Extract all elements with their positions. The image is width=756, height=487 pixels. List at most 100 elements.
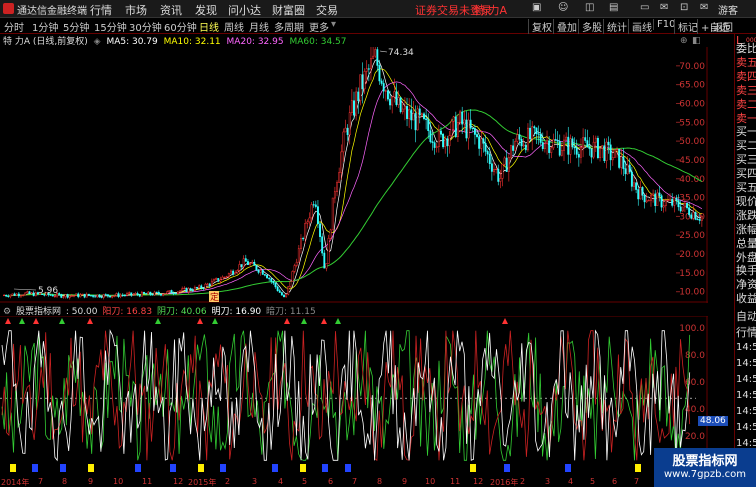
candle-body <box>416 108 419 131</box>
menu-icon[interactable]: ◧ <box>692 36 701 46</box>
mark-button[interactable]: 标记 <box>674 19 698 34</box>
candle-body <box>297 248 300 263</box>
window-icon[interactable]: ▭ <box>640 2 649 13</box>
candle-body <box>232 270 235 275</box>
multi-stock-button[interactable]: 多股 <box>578 19 602 34</box>
date-tick-label: 12 <box>473 477 484 486</box>
kline-chart[interactable]: 70.0065.0060.0055.0050.0045.0040.0035.00… <box>0 47 708 303</box>
candle-body <box>420 113 423 116</box>
candle-body <box>73 295 75 297</box>
candle-body <box>213 279 215 282</box>
candle-body <box>677 200 680 208</box>
candle-body <box>75 293 78 296</box>
tab-monthly[interactable]: 月线 <box>249 19 269 34</box>
tab-60min[interactable]: 60分钟 <box>164 19 197 34</box>
candle-body <box>155 291 158 293</box>
price-tick-label: 35.00 <box>679 194 705 204</box>
price-tick-label: 15.00 <box>679 269 705 279</box>
tab-15min[interactable]: 15分钟 <box>94 19 127 34</box>
candle-body <box>143 291 145 294</box>
menu-jiaoyi[interactable]: 交易 <box>316 2 338 18</box>
candle-body <box>274 282 277 288</box>
menu-hangqing[interactable]: 行情 <box>90 2 112 18</box>
candle-body <box>70 295 73 297</box>
candle-body <box>571 138 574 148</box>
candle-body <box>603 145 606 162</box>
indicator-chart[interactable]: 100.080.060.040.020.0 <box>0 316 708 477</box>
side-market[interactable]: 行情 <box>736 324 756 340</box>
candle-body <box>601 145 604 149</box>
candle-body <box>225 276 228 278</box>
menu-faxian[interactable]: 发现 <box>195 2 217 18</box>
candle-body <box>130 292 133 296</box>
candle-body <box>367 68 370 70</box>
tab-30min[interactable]: 30分钟 <box>129 19 162 34</box>
candle-body <box>550 147 553 153</box>
candle-body <box>181 288 184 292</box>
menu-zixun[interactable]: 资讯 <box>160 2 182 18</box>
tab-daily[interactable]: 日线 <box>199 19 219 34</box>
candle-body <box>104 294 107 296</box>
candle-body <box>403 106 406 110</box>
candle-body <box>340 151 343 173</box>
date-tick-label: 5 <box>302 477 308 486</box>
candle-body <box>637 189 640 200</box>
candle-body <box>306 221 309 224</box>
candle-body <box>467 119 470 139</box>
date-tick-label: 7 <box>634 477 640 486</box>
tab-multi-period[interactable]: 多周期 <box>274 19 304 34</box>
menu-wenxiaoda[interactable]: 问小达 <box>228 2 261 18</box>
candle-body <box>113 295 116 297</box>
tab-fenshi[interactable]: 分时 <box>4 19 24 34</box>
draw-line-button[interactable]: 画线 <box>628 19 652 34</box>
lock-icon[interactable]: ⊡ <box>680 2 688 13</box>
signal-box <box>198 464 204 472</box>
candle-body <box>92 295 95 297</box>
chat-icon[interactable]: ✉ <box>660 2 668 13</box>
high-annotation: 74.34 <box>388 48 414 58</box>
tab-more[interactable]: 更多 <box>309 19 329 34</box>
more-arrow-icon[interactable]: ▾ <box>331 19 336 30</box>
settings-icon[interactable]: ◈ <box>94 37 101 47</box>
statistics-button[interactable]: 统计 <box>603 19 627 34</box>
candle-body <box>98 294 101 298</box>
candle-body <box>106 294 109 297</box>
menu-shichang[interactable]: 市场 <box>125 2 147 18</box>
candle-body <box>650 194 652 201</box>
candle-body <box>276 286 279 291</box>
fuquan-button[interactable]: 复权 <box>528 19 552 34</box>
candle-body <box>85 293 88 298</box>
date-tick-label: 11 <box>142 477 153 486</box>
candle-body <box>145 293 148 295</box>
candle-body <box>694 212 697 220</box>
guest-label[interactable]: 游客 <box>718 2 738 17</box>
candle-body <box>692 212 695 219</box>
tab-5min[interactable]: 5分钟 <box>63 19 89 34</box>
overlay-button[interactable]: 叠加 <box>553 19 577 34</box>
back-button[interactable]: 返回 <box>713 19 733 34</box>
mail-icon[interactable]: ✉ <box>700 2 708 13</box>
wallet-icon[interactable]: ◫ <box>585 2 594 13</box>
f10-button[interactable]: F10 <box>653 19 675 30</box>
price-tick-label: 10.00 <box>679 288 705 298</box>
side-time-label: 14:5 <box>736 374 756 385</box>
zoom-icon[interactable]: ⊕ <box>680 36 688 46</box>
tab-weekly[interactable]: 周线 <box>224 19 244 34</box>
menu-caifuquan[interactable]: 财富圈 <box>272 2 305 18</box>
signal-box <box>220 464 226 472</box>
watermark-title: 股票指标网 <box>672 454 738 469</box>
candle-body <box>355 91 358 116</box>
side-auto[interactable]: 自动 <box>736 308 756 324</box>
candle-body <box>524 144 527 151</box>
candle-body <box>128 292 131 294</box>
shop-icon[interactable]: ▣ <box>532 2 541 13</box>
date-tick-label: 9 <box>88 477 94 486</box>
candle-body <box>132 294 135 296</box>
ma20-value: MA20: 32.95 <box>226 37 284 47</box>
candle-body <box>204 283 207 289</box>
tab-1min[interactable]: 1分钟 <box>32 19 58 34</box>
options-icon[interactable]: ▤ <box>609 2 618 13</box>
candle-body <box>654 193 657 206</box>
candle-body <box>287 286 290 295</box>
people-icon[interactable]: ☺ <box>558 2 568 13</box>
